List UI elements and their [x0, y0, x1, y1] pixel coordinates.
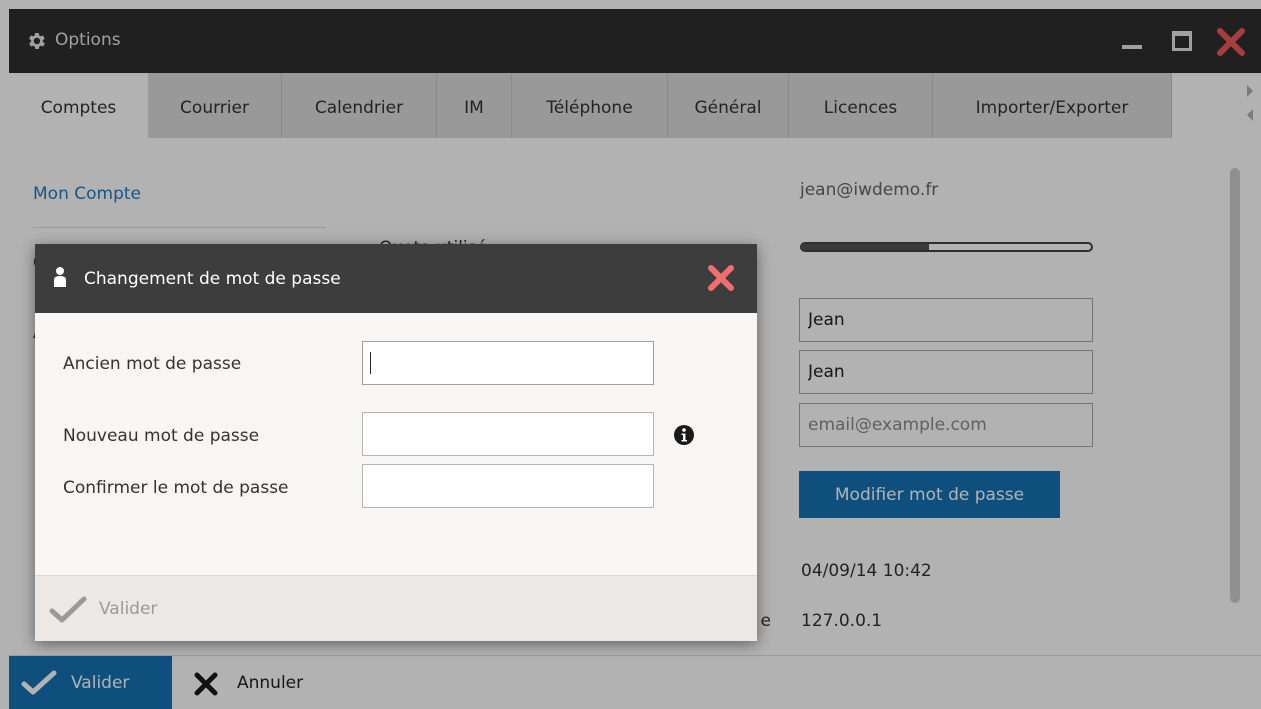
dialog-validate-label: Valider	[99, 599, 158, 619]
user-icon	[54, 267, 66, 287]
new-password-input[interactable]	[362, 412, 654, 456]
info-icon[interactable]	[673, 424, 695, 446]
dialog-header: Changement de mot de passe	[35, 244, 757, 313]
old-password-wrapper	[362, 341, 654, 385]
confirm-password-label: Confirmer le mot de passe	[63, 478, 289, 498]
dialog-close-icon[interactable]	[705, 262, 737, 294]
old-password-input[interactable]	[362, 341, 654, 385]
confirm-password-input[interactable]	[362, 464, 654, 508]
dialog-title: Changement de mot de passe	[84, 269, 341, 289]
old-password-label: Ancien mot de passe	[63, 354, 242, 374]
new-password-label: Nouveau mot de passe	[63, 426, 260, 446]
password-change-dialog: Changement de mot de passe Ancien mot de…	[35, 244, 757, 641]
text-caret	[370, 352, 371, 374]
dialog-footer: Valider	[35, 575, 757, 641]
checkmark-icon	[49, 596, 87, 623]
dialog-validate-button[interactable]: Valider	[49, 590, 209, 630]
